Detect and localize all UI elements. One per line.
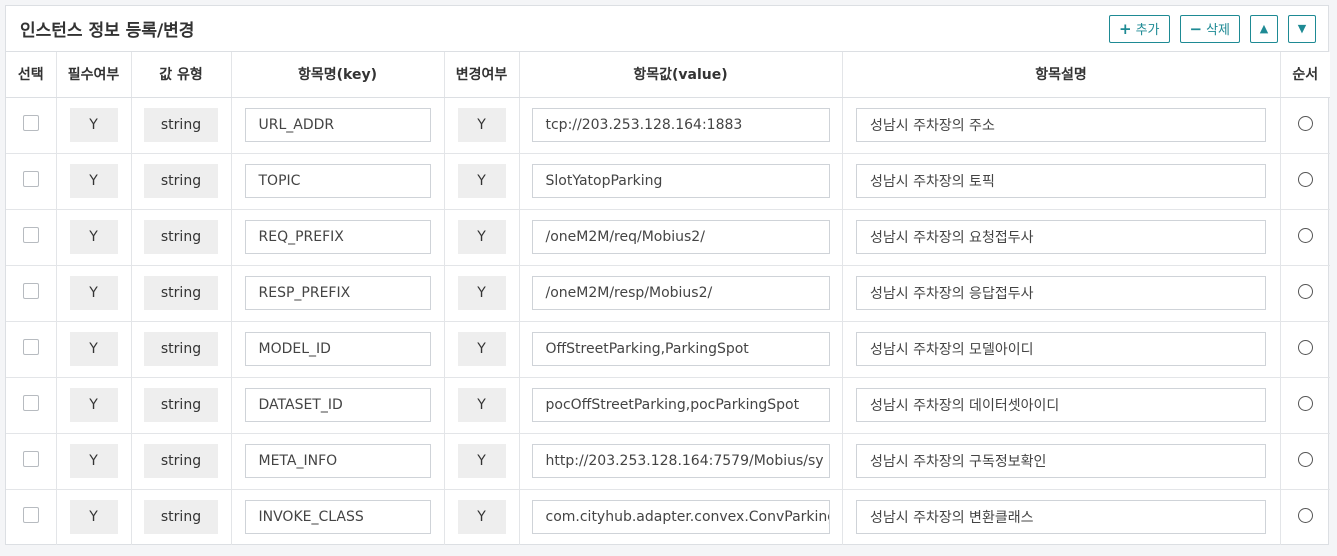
changeable-value: Y	[457, 164, 506, 198]
value-input[interactable]: com.cityhub.adapter.convex.ConvParking	[531, 500, 830, 535]
changeable-value: Y	[457, 108, 506, 142]
move-up-button[interactable]: ▲	[1250, 14, 1278, 43]
instance-info-panel: 인스턴스 정보 등록/변경 + 추가 − 삭제 ▲ ▼ 선택 필수여부 값 유형…	[5, 5, 1330, 545]
arrow-up-icon: ▲	[1259, 22, 1269, 35]
key-input[interactable]: TOPIC	[244, 164, 431, 198]
changeable-value: Y	[457, 220, 506, 254]
key-input[interactable]: MODEL_ID	[244, 332, 431, 366]
value-input[interactable]: http://203.253.128.164:7579/Mobius/sy	[531, 444, 830, 478]
changeable-value: Y	[457, 444, 506, 478]
order-radio[interactable]	[1297, 171, 1313, 187]
changeable-value: Y	[457, 276, 506, 310]
description-input[interactable]: 성남시 주차장의 구독정보확인	[856, 444, 1266, 478]
required-value: Y	[69, 500, 118, 535]
order-radio[interactable]	[1297, 115, 1313, 131]
instance-info-table: 선택 필수여부 값 유형 항목명(key) 변경여부 항목값(value) 항목…	[6, 52, 1330, 545]
changeable-value: Y	[457, 388, 506, 422]
column-header-value-type: 값 유형	[131, 52, 232, 98]
value-input[interactable]: tcp://203.253.128.164:1883	[531, 108, 830, 142]
column-header-order: 순서	[1280, 52, 1330, 98]
value-input[interactable]: SlotYatopParking	[531, 164, 830, 198]
value-type: string	[144, 444, 218, 478]
row-checkbox[interactable]	[22, 507, 39, 524]
minus-icon: −	[1189, 19, 1203, 38]
description-input[interactable]: 성남시 주차장의 데이터셋아이디	[856, 388, 1266, 422]
key-input[interactable]: REQ_PREFIX	[244, 220, 431, 254]
add-button[interactable]: + 추가	[1109, 14, 1170, 43]
order-radio[interactable]	[1297, 507, 1313, 523]
changeable-value: Y	[457, 500, 506, 535]
row-checkbox[interactable]	[22, 283, 39, 299]
row-checkbox[interactable]	[22, 115, 39, 131]
value-input[interactable]: OffStreetParking,ParkingSpot	[531, 332, 830, 366]
value-input[interactable]: /oneM2M/req/Mobius2/	[531, 220, 830, 254]
value-type: string	[144, 388, 218, 422]
required-value: Y	[69, 164, 118, 198]
key-input[interactable]: RESP_PREFIX	[244, 276, 431, 310]
key-input[interactable]: INVOKE_CLASS	[244, 500, 431, 535]
table-row: Y string DATASET_ID Y pocOffStreetParkin…	[6, 377, 1330, 434]
delete-button[interactable]: − 삭제	[1179, 14, 1240, 43]
panel-title: 인스턴스 정보 등록/변경	[20, 21, 195, 41]
value-input[interactable]: /oneM2M/resp/Mobius2/	[531, 276, 830, 310]
key-input[interactable]: URL_ADDR	[244, 108, 431, 142]
required-value: Y	[69, 276, 118, 310]
value-type: string	[144, 276, 218, 310]
key-input[interactable]: META_INFO	[244, 444, 431, 478]
row-checkbox[interactable]	[22, 171, 39, 187]
order-radio[interactable]	[1297, 395, 1313, 411]
description-input[interactable]: 성남시 주차장의 요청접두사	[856, 220, 1266, 254]
column-header-changeable: 변경여부	[444, 52, 520, 98]
description-input[interactable]: 성남시 주차장의 주소	[856, 108, 1266, 142]
changeable-value: Y	[457, 332, 506, 366]
table-row: Y string MODEL_ID Y OffStreetParking,Par…	[6, 321, 1330, 378]
required-value: Y	[69, 444, 118, 478]
table-row: Y string TOPIC Y SlotYatopParking 성남시 주차…	[6, 153, 1330, 210]
row-checkbox[interactable]	[22, 227, 39, 243]
table-row: Y string RESP_PREFIX Y /oneM2M/resp/Mobi…	[6, 265, 1330, 322]
value-type: string	[144, 108, 218, 142]
add-button-label: 추가	[1135, 23, 1160, 38]
description-input[interactable]: 성남시 주차장의 토픽	[856, 164, 1266, 198]
delete-button-label: 삭제	[1206, 23, 1230, 38]
required-value: Y	[69, 108, 118, 142]
description-input[interactable]: 성남시 주차장의 응답접두사	[856, 276, 1266, 310]
move-down-button[interactable]: ▼	[1288, 14, 1316, 43]
row-checkbox[interactable]	[22, 395, 39, 411]
table-row: Y string URL_ADDR Y tcp://203.253.128.16…	[6, 97, 1330, 154]
toolbar: + 추가 − 삭제 ▲ ▼	[1109, 14, 1316, 43]
value-type: string	[144, 500, 218, 535]
required-value: Y	[69, 220, 118, 254]
table-row: Y string META_INFO Y http://203.253.128.…	[6, 433, 1330, 490]
description-input[interactable]: 성남시 주차장의 모델아이디	[856, 332, 1266, 366]
required-value: Y	[69, 388, 118, 422]
order-radio[interactable]	[1297, 451, 1313, 467]
key-input[interactable]: DATASET_ID	[244, 388, 431, 422]
value-type: string	[144, 332, 218, 366]
table-header-row: 선택 필수여부 값 유형 항목명(key) 변경여부 항목값(value) 항목…	[6, 52, 1330, 98]
order-radio[interactable]	[1297, 339, 1313, 355]
row-checkbox[interactable]	[22, 451, 39, 467]
column-header-required: 필수여부	[56, 52, 132, 98]
value-type: string	[144, 220, 218, 254]
value-input[interactable]: pocOffStreetParking,pocParkingSpot	[531, 388, 830, 422]
plus-icon: +	[1119, 19, 1132, 38]
column-header-description: 항목설명	[842, 52, 1281, 98]
order-radio[interactable]	[1297, 227, 1313, 243]
panel-header: 인스턴스 정보 등록/변경 + 추가 − 삭제 ▲ ▼	[6, 6, 1328, 52]
description-input[interactable]: 성남시 주차장의 변환클래스	[856, 500, 1266, 535]
table-row: Y string REQ_PREFIX Y /oneM2M/req/Mobius…	[6, 209, 1330, 266]
required-value: Y	[69, 332, 118, 366]
order-radio[interactable]	[1297, 283, 1313, 299]
table-row: Y string INVOKE_CLASS Y com.cityhub.adap…	[6, 489, 1330, 545]
column-header-key: 항목명(key)	[231, 52, 445, 98]
value-type: string	[144, 164, 218, 198]
column-header-select: 선택	[6, 52, 57, 98]
column-header-value: 항목값(value)	[519, 52, 843, 98]
row-checkbox[interactable]	[22, 339, 39, 355]
arrow-down-icon: ▼	[1297, 22, 1307, 35]
